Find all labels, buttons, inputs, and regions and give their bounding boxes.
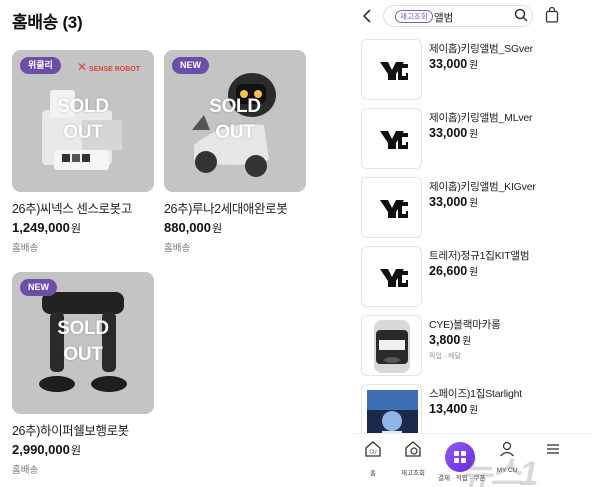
product-name[interactable]: 26추)씨넥스 센스로봇고 — [12, 198, 154, 217]
product-price: 1,249,000원 — [12, 220, 81, 235]
news-watermark: 뉴스1 — [461, 455, 538, 487]
product-price: 33,000 원 — [429, 57, 478, 71]
product-name[interactable]: 26추)하이퍼쉘보행로봇 — [12, 420, 154, 439]
new-badge: NEW — [172, 57, 209, 74]
product-card[interactable]: ✕ SENSE ROBOT 위클리 SOLD OUT 26추)씨넥스 센스로봇고… — [12, 50, 154, 254]
product-name[interactable]: 제이홉)키링앨범_KIGver — [429, 179, 536, 194]
yg-logo-icon — [380, 131, 408, 149]
product-thumbnail[interactable] — [361, 246, 422, 307]
search-query: 앨범 — [434, 12, 454, 24]
yg-logo-icon — [380, 62, 408, 80]
search-icon[interactable] — [514, 8, 528, 22]
product-name[interactable]: CYE)블랙마카롱 — [429, 317, 501, 332]
product-name[interactable]: 제이홉)키링앨범_MLver — [429, 110, 533, 125]
product-price: 880,000원 — [164, 220, 223, 235]
svg-text:CU: CU — [369, 450, 377, 456]
list-item[interactable]: 제이홉)키링앨범_SGver 33,000 원 — [361, 39, 586, 101]
home-icon: CU — [365, 441, 381, 457]
product-name[interactable]: 트레저)정규1집KIT앨범 — [429, 248, 530, 263]
product-price: 26,600 원 — [429, 264, 478, 278]
sold-out-overlay: SOLD OUT — [57, 96, 109, 143]
product-price: 33,000 원 — [429, 126, 478, 140]
weekly-badge: 위클리 — [20, 57, 61, 74]
product-thumbnail[interactable] — [361, 39, 422, 100]
search-scope-chip[interactable]: 재고조회 — [395, 10, 433, 23]
nav-stock-search[interactable]: 재고조회 — [391, 440, 435, 477]
home-delivery-panel: 홈배송 (3) ✕ SENSE ROBOT 위클리 SOLD OUT 26추)씨… — [0, 0, 345, 487]
list-item[interactable]: 트레저)정규1집KIT앨범 26,600 원 — [361, 246, 586, 308]
product-thumbnail[interactable] — [361, 177, 422, 238]
sold-out-overlay: SOLD OUT — [57, 318, 109, 365]
back-button[interactable] — [361, 7, 375, 25]
nav-menu[interactable] — [531, 440, 575, 463]
product-name[interactable]: 스페이즈)1집Starlight — [429, 386, 522, 401]
shipping-label: 홈배송 — [12, 465, 39, 476]
page-title: 홈배송 (3) — [12, 13, 83, 32]
list-item[interactable]: 제이홉)키링앨범_MLver 33,000 원 — [361, 108, 586, 170]
product-price: 2,990,000원 — [12, 442, 81, 457]
chevron-left-icon — [362, 9, 371, 23]
product-image[interactable]: NEW SOLD OUT — [164, 50, 306, 192]
menu-icon — [547, 444, 559, 454]
product-price: 33,000 원 — [429, 195, 478, 209]
brand-logo: ✕ SENSE ROBOT — [77, 60, 140, 74]
macaron-pack-image — [374, 320, 410, 373]
product-card[interactable]: NEW SOLD OUT 26추)루나2세대애완로봇 880,000원 홈배송 — [164, 50, 306, 254]
shipping-label: 홈배송 — [164, 243, 191, 254]
product-price: 13,400 원 — [429, 402, 478, 416]
stock-search-icon — [405, 441, 421, 457]
list-item[interactable]: 제이홉)키링앨범_KIGver 33,000 원 — [361, 177, 586, 239]
stock-search-panel: 재고조회 앨범 제이홉)키링앨범_SGver 33,000 원 제이홉)키링앨범… — [351, 0, 592, 487]
product-thumbnail[interactable] — [361, 315, 422, 376]
sold-out-overlay: SOLD OUT — [209, 96, 261, 143]
delivery-options: 픽업 · 배달 — [429, 353, 461, 360]
shipping-label: 홈배송 — [12, 243, 39, 254]
search-header: 재고조회 앨범 — [351, 0, 592, 34]
product-image[interactable]: NEW SOLD OUT — [12, 272, 154, 414]
yg-logo-icon — [380, 200, 408, 218]
product-image[interactable]: ✕ SENSE ROBOT 위클리 SOLD OUT — [12, 50, 154, 192]
bottom-navigation: CU 홈 재고조회 결제 · 적립 · 쿠폰 MY CU 뉴스1 — [351, 433, 592, 487]
product-thumbnail[interactable] — [361, 108, 422, 169]
search-input[interactable]: 재고조회 앨범 — [383, 5, 533, 27]
product-card[interactable]: NEW SOLD OUT 26추)하이퍼쉘보행로봇 2,990,000원 홈배송 — [12, 272, 154, 476]
nav-home[interactable]: CU 홈 — [351, 440, 395, 477]
product-price: 3,800 원 — [429, 333, 472, 347]
product-name[interactable]: 제이홉)키링앨범_SGver — [429, 41, 533, 56]
shopping-bag-icon[interactable] — [545, 7, 559, 23]
yg-logo-icon — [380, 269, 408, 287]
new-badge: NEW — [20, 279, 57, 296]
list-item[interactable]: CYE)블랙마카롱 3,800 원 픽업 · 배달 — [361, 315, 586, 377]
product-name[interactable]: 26추)루나2세대애완로봇 — [164, 198, 306, 217]
